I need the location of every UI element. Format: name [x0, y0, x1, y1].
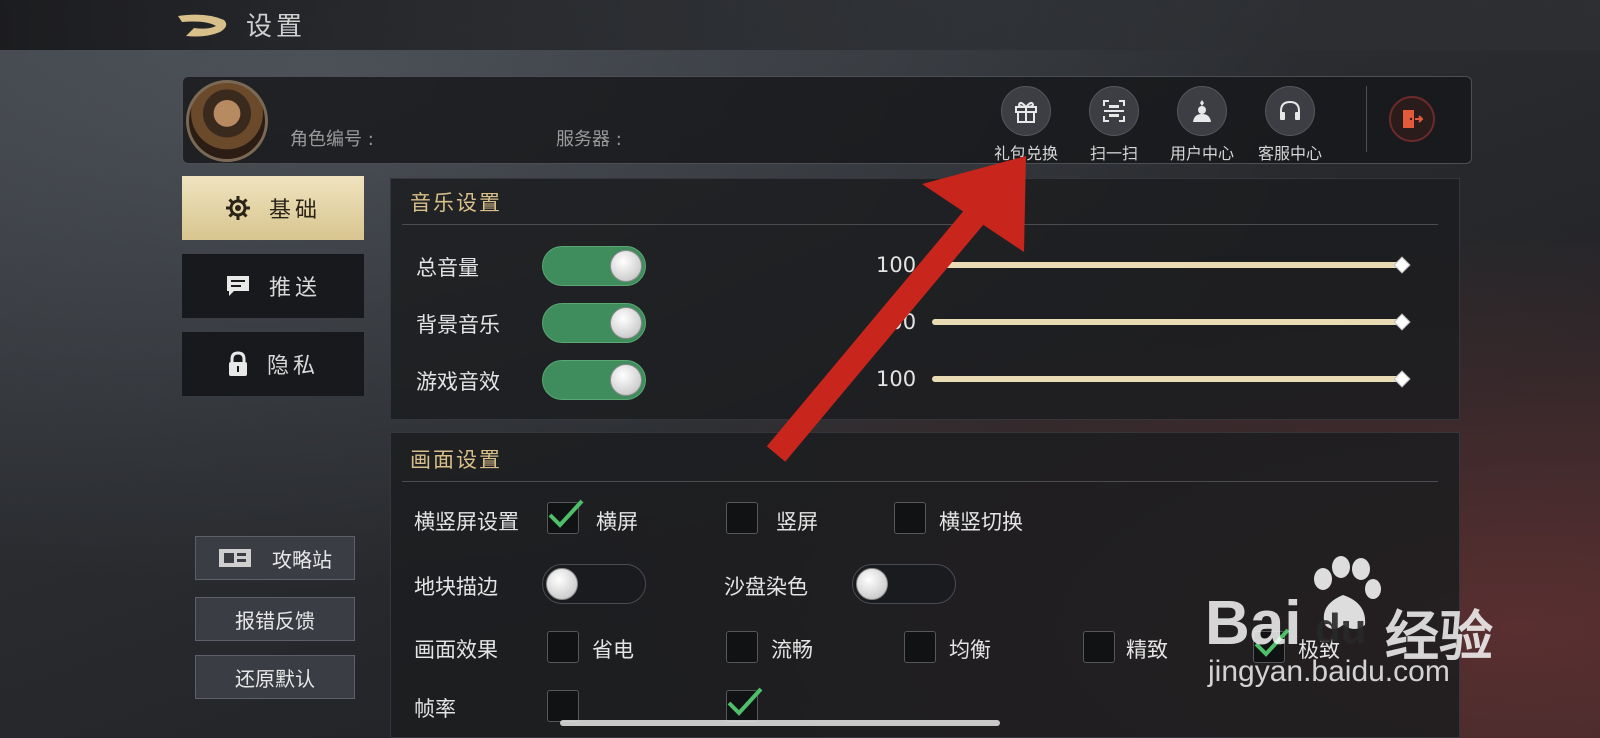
master-volume-slider[interactable] [932, 262, 1404, 268]
master-volume-label: 总音量 [416, 256, 479, 280]
home-indicator[interactable] [560, 720, 1000, 726]
checkmark-icon [727, 687, 763, 716]
tile-outline-label: 地块描边 [414, 575, 498, 599]
portrait-checkbox[interactable] [726, 502, 758, 534]
customer-service-button[interactable]: 客服中心 [1245, 86, 1335, 166]
effect-power-save-checkbox[interactable] [547, 631, 579, 663]
master-volume-value: 100 [876, 253, 917, 277]
user-center-label: 用户中心 [1169, 144, 1234, 163]
nav-push[interactable]: 推送 [182, 254, 364, 318]
effect-balanced-checkbox[interactable] [904, 631, 936, 663]
display-divider [402, 481, 1438, 482]
avatar[interactable] [186, 80, 268, 162]
dynamic-frame-checkbox[interactable] [726, 687, 763, 722]
sfx-value: 100 [876, 367, 917, 391]
exit-icon [1403, 110, 1424, 128]
effect-label: 画面效果 [414, 638, 498, 662]
effect-smooth-checkbox[interactable] [726, 631, 758, 663]
sfx-toggle[interactable] [542, 360, 646, 400]
auto-rotate-checkbox[interactable] [894, 502, 926, 534]
role-id-label: 角色编号 : [290, 129, 374, 150]
auto-rotate-label: 横竖切换 [939, 510, 1023, 534]
sfx-slider[interactable] [932, 376, 1404, 382]
guide-button[interactable]: 攻略站 [195, 536, 355, 580]
nav-basic[interactable]: 基础 [182, 176, 364, 240]
gear-icon [225, 196, 250, 220]
orientation-label: 横竖屏设置 [414, 510, 519, 534]
nav-basic-label: 基础 [268, 198, 321, 223]
landscape-label: 横屏 [596, 510, 638, 534]
top-bar [0, 0, 1600, 50]
bgm-value: 100 [876, 310, 917, 334]
exit-button[interactable] [1389, 96, 1435, 142]
toolbar-divider [1366, 86, 1367, 152]
feedback-label: 报错反馈 [235, 608, 315, 633]
watermark-url: jingyan.baidu.com [1208, 655, 1450, 688]
audio-section-title: 音乐设置 [410, 191, 502, 215]
effect-smooth-label: 流畅 [771, 638, 813, 662]
reset-default-label: 还原默认 [235, 666, 315, 691]
bgm-slider[interactable] [932, 319, 1404, 325]
customer-service-label: 客服中心 [1257, 144, 1322, 163]
gift-redeem-label: 礼包兑换 [993, 144, 1058, 163]
feedback-button[interactable]: 报错反馈 [195, 597, 355, 641]
scan-icon [1089, 86, 1139, 136]
bgm-label: 背景音乐 [416, 313, 500, 337]
nav-privacy-label: 隐私 [266, 354, 319, 379]
guide-label: 攻略站 [272, 547, 332, 572]
message-icon [226, 276, 249, 296]
scan-label: 扫一扫 [1089, 144, 1138, 163]
tile-outline-toggle[interactable] [542, 564, 646, 604]
sand-color-toggle[interactable] [852, 564, 956, 604]
effect-balanced-label: 均衡 [949, 638, 991, 662]
reset-default-button[interactable]: 还原默认 [195, 655, 355, 699]
watermark-brand-left: Bai [1205, 589, 1302, 658]
checkmark-icon [548, 499, 584, 528]
effect-fine-checkbox[interactable] [1083, 631, 1115, 663]
portrait-label: 竖屏 [776, 510, 818, 534]
toggle-knob [610, 364, 642, 396]
landscape-checkbox[interactable] [547, 499, 584, 534]
nav-privacy[interactable]: 隐私 [182, 332, 364, 396]
user-icon [1177, 86, 1227, 136]
watermark-brand-right: du [1315, 605, 1367, 652]
bgm-toggle[interactable] [542, 303, 646, 343]
lock-icon [228, 351, 247, 376]
effect-power-save-label: 省电 [592, 638, 634, 662]
audio-divider [402, 224, 1438, 225]
guide-icon [219, 549, 251, 567]
master-volume-toggle[interactable] [542, 246, 646, 286]
effect-fine-label: 精致 [1126, 638, 1168, 662]
page-title: 设置 [246, 12, 307, 42]
frame-rate-label: 帧率 [414, 697, 456, 721]
toggle-knob [546, 568, 578, 600]
back-icon[interactable] [176, 10, 230, 40]
headset-icon [1265, 86, 1315, 136]
toggle-knob [610, 250, 642, 282]
server-label: 服务器 : [556, 129, 622, 150]
frame-rate-checkbox[interactable] [547, 690, 579, 722]
sand-color-label: 沙盘染色 [724, 575, 808, 599]
sfx-label: 游戏音效 [416, 370, 500, 394]
display-section-title: 画面设置 [410, 448, 502, 472]
toggle-knob [856, 568, 888, 600]
gift-icon [1001, 86, 1051, 136]
gift-redeem-button[interactable]: 礼包兑换 [981, 86, 1071, 166]
user-center-button[interactable]: 用户中心 [1157, 86, 1247, 166]
nav-push-label: 推送 [268, 276, 321, 301]
scan-button[interactable]: 扫一扫 [1069, 86, 1159, 166]
toggle-knob [610, 307, 642, 339]
